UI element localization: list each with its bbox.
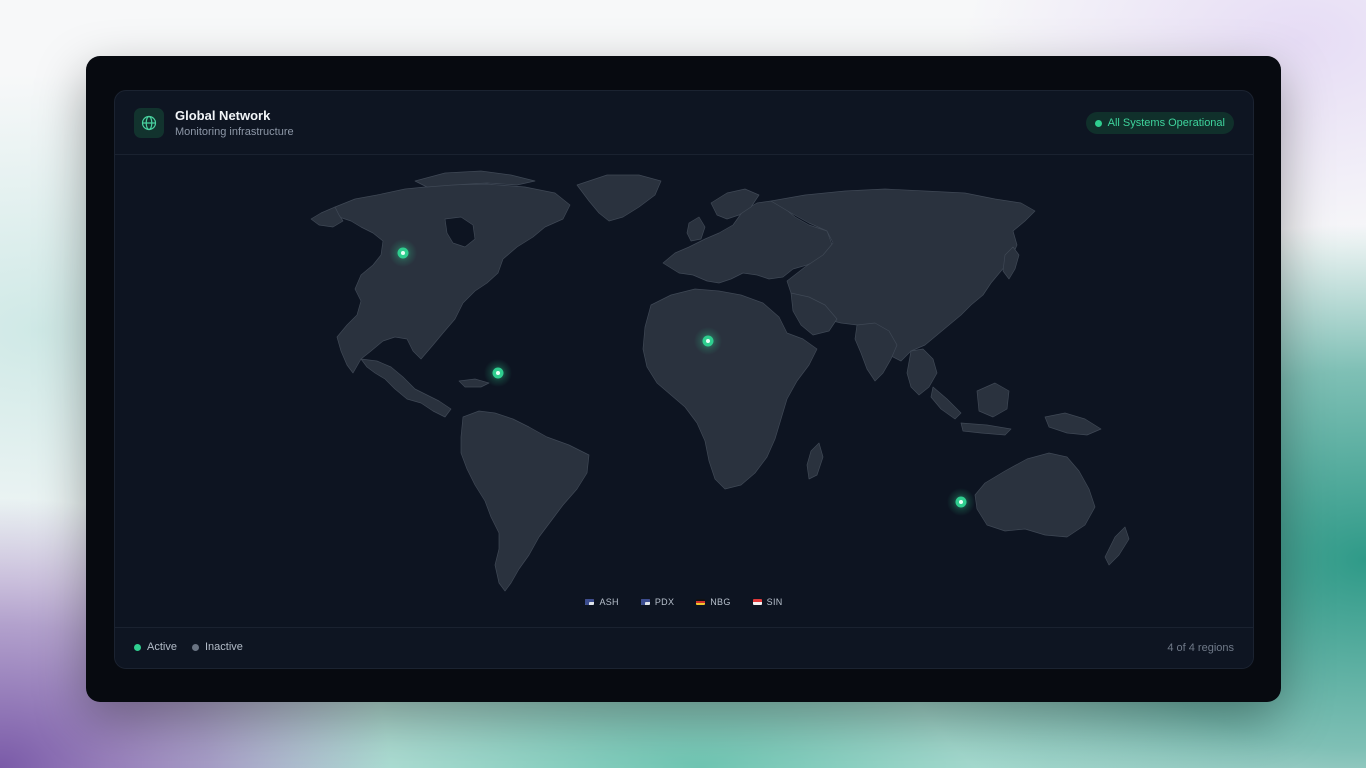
cuba: [458, 378, 490, 388]
globe-icon-box: [134, 108, 164, 138]
status-text: All Systems Operational: [1107, 117, 1225, 129]
region-tag-sin[interactable]: SIN: [752, 597, 783, 607]
singapore-flag-icon: [752, 599, 762, 605]
legend-active: Active: [134, 641, 177, 653]
new-guinea: [1044, 412, 1102, 436]
marker-pdx-center: [401, 251, 405, 255]
app-window: Global Network Monitoring infrastructure…: [86, 56, 1281, 702]
uk: [686, 216, 706, 242]
java: [960, 422, 1012, 436]
us-flag-icon: [640, 599, 650, 605]
card-footer: Active Inactive 4 of 4 regions: [115, 627, 1253, 668]
inactive-dot-icon: [191, 643, 199, 651]
marker-sin-center: [959, 500, 963, 504]
madagascar: [806, 442, 824, 480]
region-code: NBG: [710, 597, 731, 607]
card-header: Global Network Monitoring infrastructure…: [115, 91, 1253, 155]
page-title: Global Network: [175, 108, 271, 123]
status-dot-icon: [1094, 119, 1102, 127]
mexico: [360, 358, 452, 418]
active-dot-icon: [134, 643, 141, 651]
status-badge: All Systems Operational: [1085, 112, 1234, 134]
south-america: [460, 410, 590, 592]
page-subtitle: Monitoring infrastructure: [175, 126, 294, 138]
asia: [770, 188, 1036, 362]
region-tag-ash[interactable]: ASH: [585, 597, 619, 607]
region-legend: ASH PDX NBG SIN: [115, 597, 1253, 607]
region-code: PDX: [654, 597, 675, 607]
region-count: 4 of 4 regions: [1167, 642, 1234, 654]
legend-inactive-label: Inactive: [204, 641, 243, 653]
globe-icon: [141, 115, 157, 131]
marker-nbg-center: [706, 339, 710, 343]
marker-ash-center: [496, 371, 500, 375]
borneo: [976, 382, 1010, 418]
region-code: SIN: [766, 597, 783, 607]
new-zealand: [1104, 526, 1130, 566]
world-map: ASH PDX NBG SIN: [115, 155, 1253, 627]
region-tag-nbg[interactable]: NBG: [696, 597, 730, 607]
legend-active-label: Active: [147, 641, 177, 653]
greenland: [576, 174, 662, 222]
region-tag-pdx[interactable]: PDX: [640, 597, 675, 607]
status-legend: Active Inactive: [134, 641, 243, 653]
sumatra: [930, 386, 962, 420]
africa: [642, 288, 818, 490]
north-america-landmass: [334, 183, 571, 374]
legend-inactive: Inactive: [191, 641, 243, 653]
us-flag-icon: [585, 599, 595, 605]
world-map-svg: [310, 170, 1130, 592]
region-code: ASH: [599, 597, 619, 607]
australia: [974, 452, 1096, 538]
germany-flag-icon: [696, 599, 706, 605]
network-card: Global Network Monitoring infrastructure…: [114, 90, 1254, 669]
